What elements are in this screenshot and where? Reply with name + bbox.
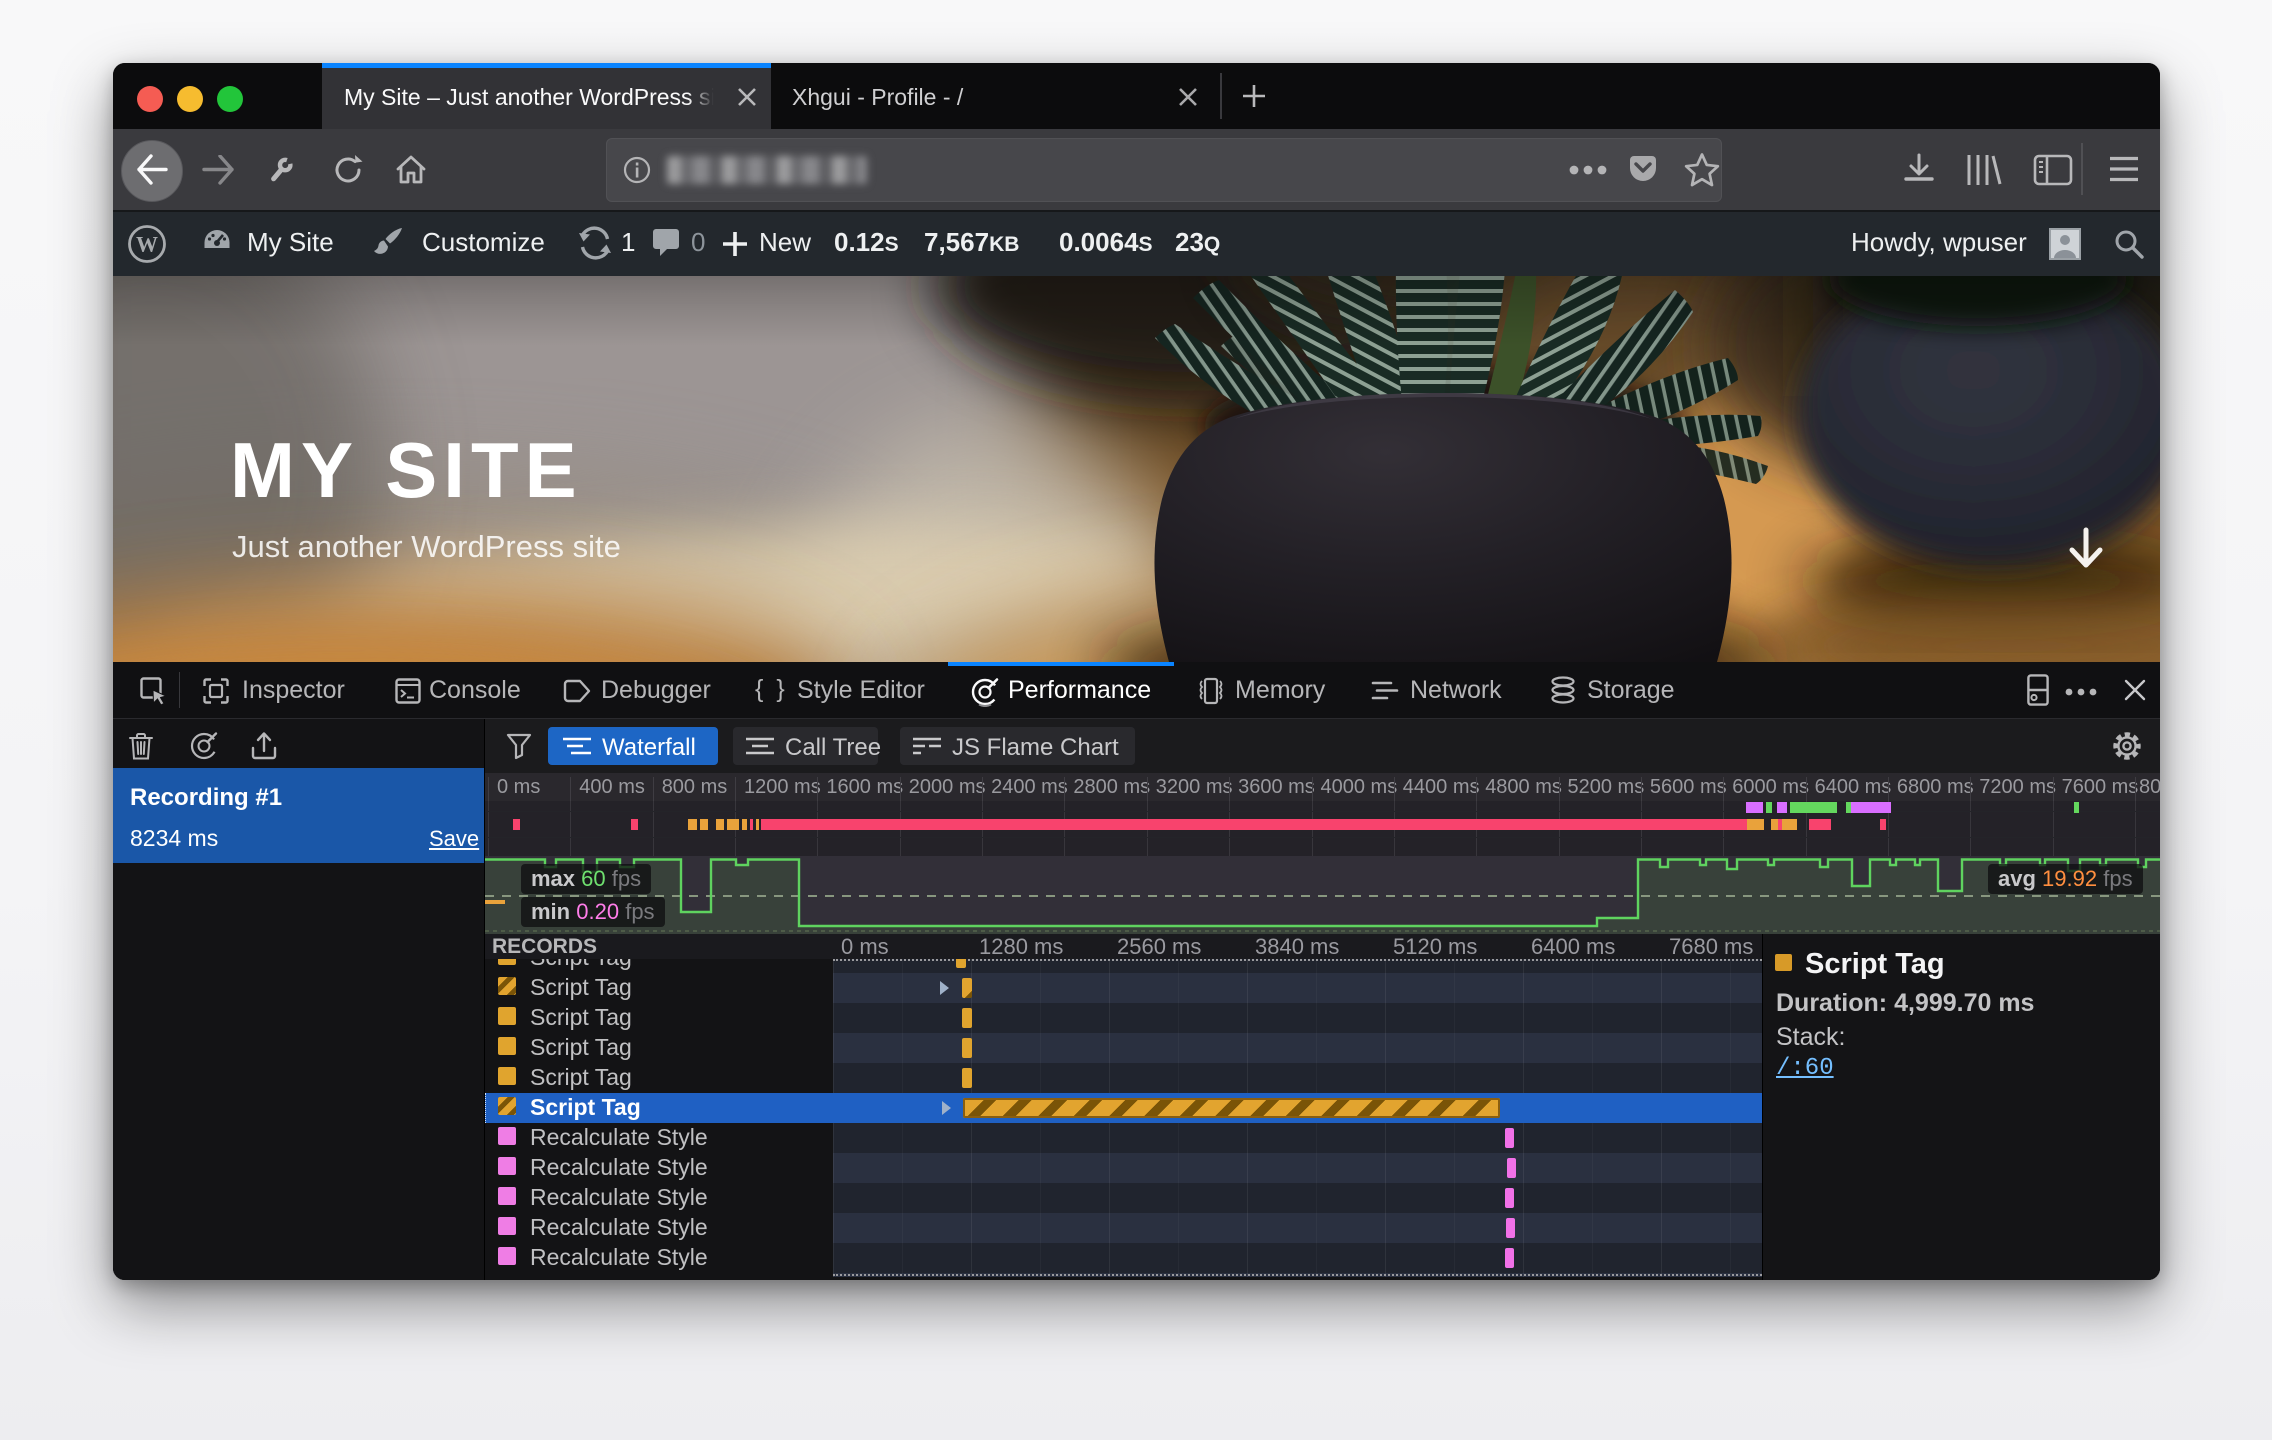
svg-text:MY SITE: MY SITE — [230, 426, 583, 514]
svg-text:Just another WordPress site: Just another WordPress site — [232, 529, 621, 564]
svg-text:W: W — [136, 232, 158, 257]
